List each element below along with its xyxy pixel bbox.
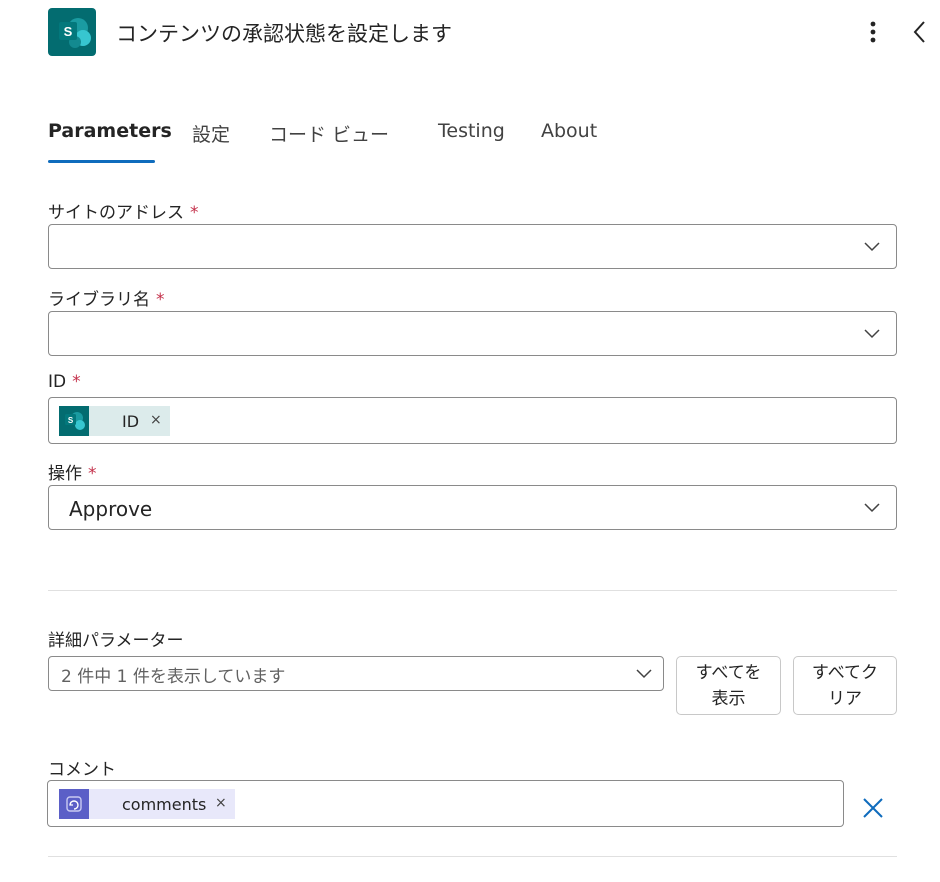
remove-token-button[interactable]: × bbox=[215, 795, 227, 811]
token-label: comments bbox=[122, 795, 207, 814]
action-dropdown[interactable]: Approve bbox=[48, 485, 897, 530]
comments-token[interactable]: comments × bbox=[59, 789, 235, 819]
approvals-icon bbox=[59, 789, 89, 819]
clear-comment-button[interactable] bbox=[860, 795, 886, 821]
advanced-parameters-dropdown[interactable]: 2 件中 1 件を表示しています bbox=[48, 656, 664, 691]
required-mark: * bbox=[156, 290, 165, 310]
tab-code-view[interactable]: コード ビュー bbox=[269, 120, 389, 147]
id-token[interactable]: S ID × bbox=[59, 406, 170, 436]
collapse-panel-button[interactable] bbox=[906, 16, 934, 48]
comment-label: コメント bbox=[48, 760, 116, 780]
advanced-parameters-label: 詳細パラメーター bbox=[48, 631, 184, 651]
more-vertical-icon bbox=[870, 21, 876, 43]
chevron-left-icon bbox=[913, 21, 925, 43]
token-label: ID bbox=[122, 412, 140, 431]
more-options-button[interactable] bbox=[860, 18, 886, 46]
close-icon bbox=[863, 798, 883, 818]
tab-settings[interactable]: 設定 bbox=[192, 120, 230, 147]
required-mark: * bbox=[190, 203, 199, 223]
library-name-dropdown[interactable] bbox=[48, 311, 897, 356]
page-title: コンテンツの承認状態を設定します bbox=[116, 22, 452, 46]
chevron-down-icon bbox=[864, 329, 880, 339]
tab-about[interactable]: About bbox=[541, 120, 597, 142]
remove-token-button[interactable]: × bbox=[150, 412, 162, 428]
chevron-down-icon bbox=[864, 503, 880, 513]
chevron-down-icon bbox=[864, 242, 880, 252]
action-value: Approve bbox=[69, 497, 153, 521]
svg-text:S: S bbox=[64, 24, 73, 39]
id-input[interactable]: S ID × bbox=[48, 397, 897, 444]
tab-parameters[interactable]: Parameters bbox=[48, 120, 172, 142]
sharepoint-icon: S bbox=[59, 406, 89, 436]
action-label: 操作 * bbox=[48, 464, 97, 484]
section-divider bbox=[48, 856, 897, 857]
advanced-parameters-summary: 2 件中 1 件を表示しています bbox=[61, 667, 286, 687]
library-name-label: ライブラリ名 * bbox=[48, 290, 165, 310]
comment-input[interactable]: comments × bbox=[47, 780, 844, 827]
svg-text:S: S bbox=[68, 416, 74, 425]
required-mark: * bbox=[72, 372, 81, 392]
section-divider bbox=[48, 590, 897, 591]
required-mark: * bbox=[88, 464, 97, 484]
active-tab-indicator bbox=[48, 160, 155, 163]
site-address-dropdown[interactable] bbox=[48, 224, 897, 269]
show-all-button[interactable]: すべてを 表示 bbox=[676, 656, 781, 715]
sharepoint-icon: S bbox=[48, 8, 96, 56]
site-address-label: サイトのアドレス * bbox=[48, 203, 199, 223]
clear-all-button[interactable]: すべてク リア bbox=[793, 656, 897, 715]
tab-testing[interactable]: Testing bbox=[438, 120, 505, 142]
chevron-down-icon bbox=[636, 669, 652, 679]
id-label: ID * bbox=[48, 372, 81, 392]
